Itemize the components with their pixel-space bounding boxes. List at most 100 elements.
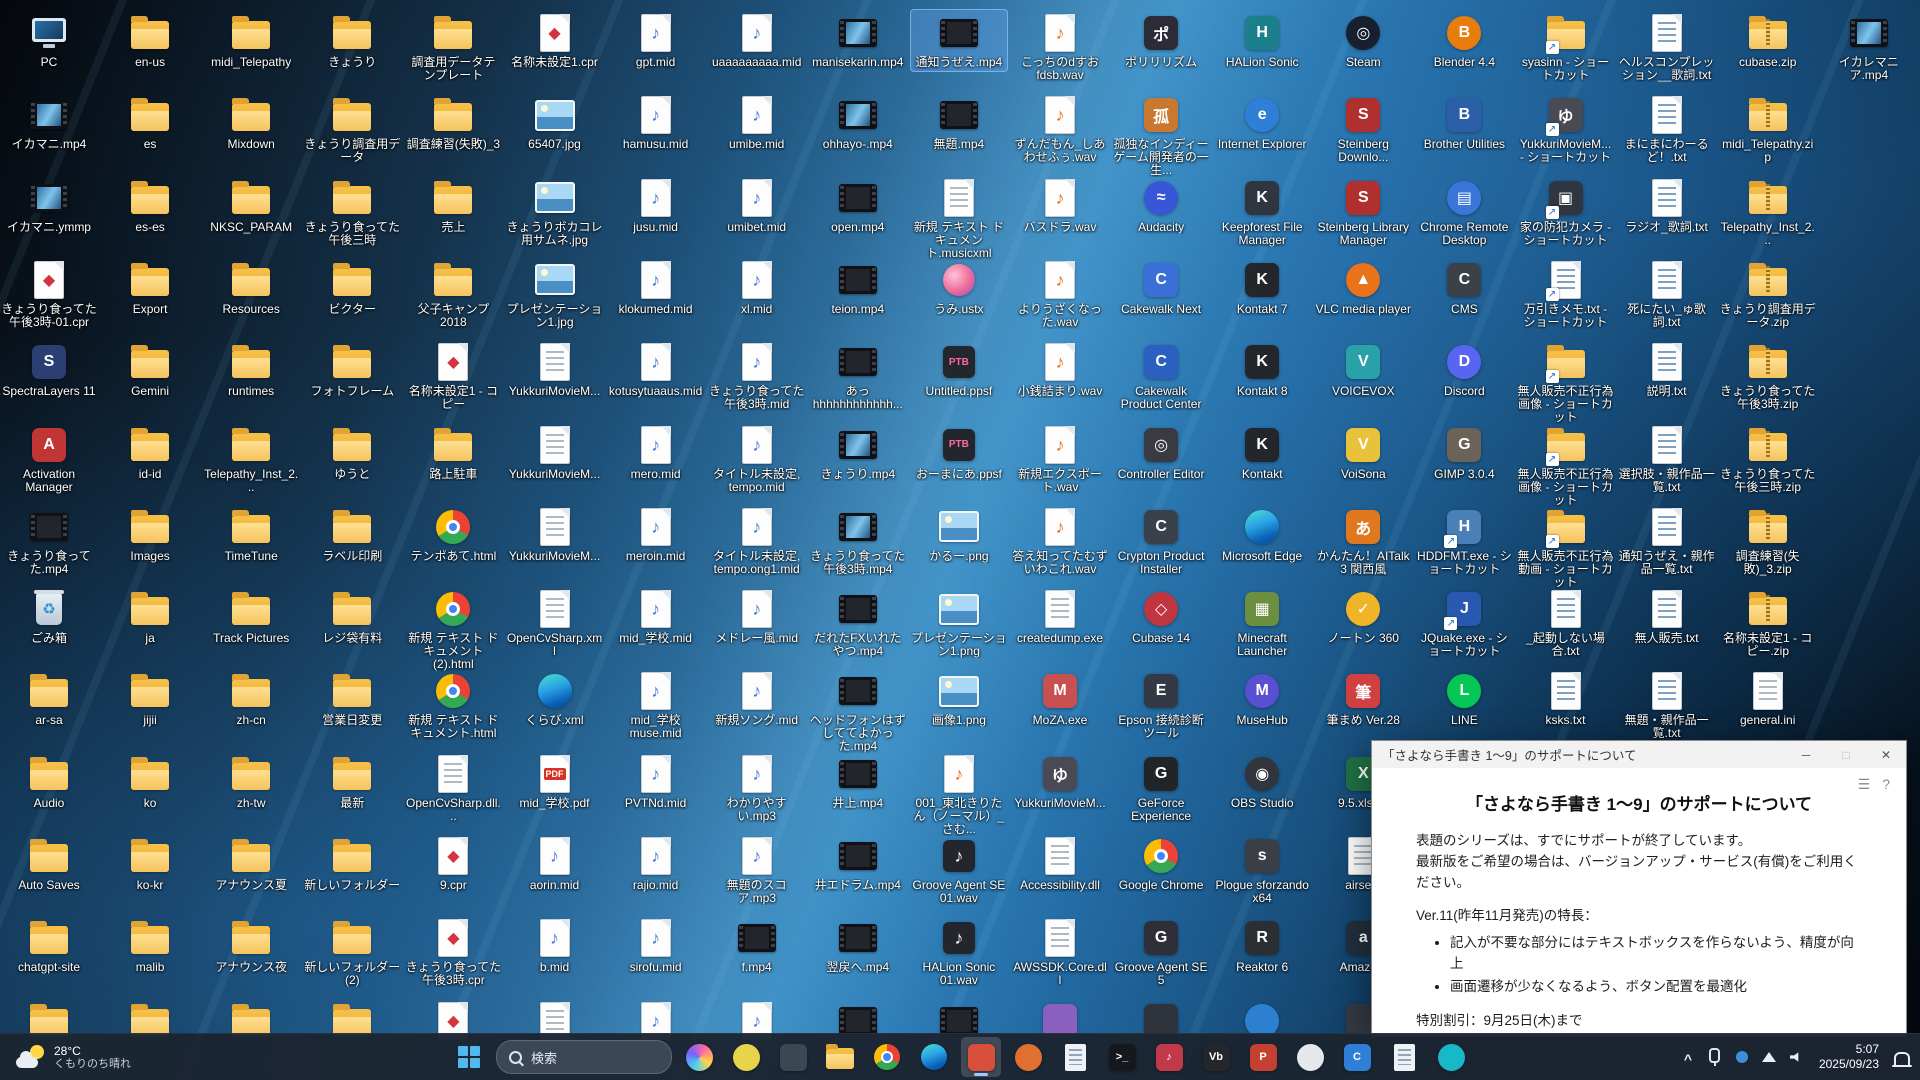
desktop-icon[interactable]: zh-cn (203, 668, 299, 729)
desktop-icon[interactable]: 最新 (304, 751, 400, 812)
taskbar-app-copilot[interactable] (679, 1037, 719, 1077)
desktop-icon[interactable]: malib (102, 915, 198, 976)
desktop-icon[interactable]: ♪よりうざくなった.wav (1012, 257, 1108, 331)
taskbar-app-vb-app[interactable]: Vb (1196, 1037, 1236, 1077)
desktop-icon[interactable]: CCrypton Product Installer (1113, 504, 1209, 578)
taskbar-app-widgets[interactable] (726, 1037, 766, 1077)
desktop-icon[interactable]: 画像1.png (911, 668, 1007, 729)
desktop-icon[interactable]: id-id (102, 422, 198, 483)
desktop-icon[interactable]: CCakewalk Product Center (1113, 339, 1209, 413)
desktop-icon[interactable]: きょうり食ってた午後三時.zip (1720, 422, 1816, 496)
desktop-icon[interactable]: teion.mp4 (810, 257, 906, 318)
desktop-icon[interactable]: ▦Minecraft Launcher (1214, 586, 1310, 660)
desktop-icon[interactable]: ♪小銭詰まり.wav (1012, 339, 1108, 400)
desktop-icon[interactable]: ポポリリリズム (1113, 10, 1209, 71)
desktop-icon[interactable]: chatgpt-site (1, 915, 97, 976)
desktop-icon[interactable]: 通知うぜえ.mp4 (911, 10, 1007, 71)
desktop-icon[interactable]: CCMS (1416, 257, 1512, 318)
desktop-icon[interactable]: ♻ごみ箱 (1, 586, 97, 647)
desktop-icon[interactable]: ar-sa (1, 668, 97, 729)
desktop-icon[interactable]: 孤孤独なインディーゲーム開発者の一生... (1113, 92, 1209, 179)
desktop-icon[interactable]: ヘルスコンプレッション__歌詞.txt (1619, 10, 1715, 84)
desktop-icon[interactable]: 無題.mp4 (911, 92, 1007, 153)
tray-chevron-icon[interactable]: ^ (1676, 1037, 1700, 1077)
taskbar-app-edge[interactable] (914, 1037, 954, 1077)
desktop-icon[interactable]: ▲VLC media player (1315, 257, 1411, 318)
taskbar-search[interactable]: 検索 (496, 1040, 672, 1074)
taskbar-app-teal-app[interactable] (1431, 1037, 1471, 1077)
desktop-icon[interactable]: 翌戻へ.mp4 (810, 915, 906, 976)
desktop-icon[interactable]: 無題・親作品一覧.txt (1619, 668, 1715, 742)
desktop-icon[interactable]: まにまにわーるど！.txt (1619, 92, 1715, 166)
desktop-icon[interactable]: runtimes (203, 339, 299, 400)
desktop-icon[interactable]: 井上.mp4 (810, 751, 906, 812)
desktop-icon[interactable]: ◆9.cpr (405, 833, 501, 894)
desktop-icon[interactable]: 路上駐車 (405, 422, 501, 483)
desktop-icon[interactable]: アナウンス夏 (203, 833, 299, 894)
taskbar-app-terminal[interactable]: >_ (1102, 1037, 1142, 1077)
desktop-icon[interactable]: 調査用データテンプレート (405, 10, 501, 84)
desktop-icon[interactable]: ↗syasinn - ショートカット (1518, 10, 1614, 84)
taskbar-app-blue-app[interactable]: C (1337, 1037, 1377, 1077)
desktop-icon[interactable]: ko (102, 751, 198, 812)
desktop-icon[interactable]: アナウンス夜 (203, 915, 299, 976)
desktop-icon[interactable]: open.mp4 (810, 175, 906, 236)
taskbar-app-music-app[interactable]: ♪ (1149, 1037, 1189, 1077)
desktop-icon[interactable]: cubase.zip (1720, 10, 1816, 71)
desktop-icon[interactable]: 売上 (405, 175, 501, 236)
desktop-icon[interactable]: ohhayo-.mp4 (810, 92, 906, 153)
desktop-icon[interactable]: Google Chrome (1113, 833, 1209, 894)
desktop-icon[interactable]: RReaktor 6 (1214, 915, 1310, 976)
desktop-icon[interactable]: ◎Controller Editor (1113, 422, 1209, 483)
taskbar-app-orange-app[interactable] (1008, 1037, 1048, 1077)
desktop-icon[interactable]: en-us (102, 10, 198, 71)
desktop-icon[interactable]: ♪mero.mid (608, 422, 704, 483)
desktop-icon[interactable]: Audio (1, 751, 97, 812)
desktop-icon[interactable]: sPlogue sforzando x64 (1214, 833, 1310, 907)
desktop-icon[interactable]: BBlender 4.4 (1416, 10, 1512, 71)
desktop-icon[interactable]: 新規 テキスト ドキュメント (2).html (405, 586, 501, 673)
desktop-icon[interactable]: Track Pictures (203, 586, 299, 647)
desktop-icon[interactable]: Mixdown (203, 92, 299, 153)
desktop-icon[interactable]: YukkuriMovieM... (507, 504, 603, 565)
desktop-icon[interactable]: Gemini (102, 339, 198, 400)
desktop-icon[interactable]: ♪新規ソング.mid (709, 668, 805, 729)
desktop-icon[interactable]: EEpson 接続診断ツール (1113, 668, 1209, 742)
desktop-icon[interactable]: あっ hhhhhhhhhhhh... (810, 339, 906, 413)
desktop-icon[interactable]: ♪mid_学校.mid (608, 586, 704, 647)
desktop-icon[interactable]: AActivation Manager (1, 422, 97, 496)
desktop-icon[interactable]: きょうり食ってた午後3時.mp4 (810, 504, 906, 578)
desktop-icon[interactable]: ♪aorin.mid (507, 833, 603, 894)
network-icon[interactable] (1757, 1037, 1781, 1077)
desktop-icon[interactable]: 死にたい_ゅ歌詞.txt (1619, 257, 1715, 331)
desktop-icon[interactable]: あかんたん！AITalk 3 関西風 (1315, 504, 1411, 578)
desktop-icon[interactable]: es (102, 92, 198, 153)
desktop-icon[interactable]: ♪mid_学校muse.mid (608, 668, 704, 742)
desktop-icon[interactable]: ♪jusu.mid (608, 175, 704, 236)
desktop-icon[interactable]: ♪無題のスコア.mp3 (709, 833, 805, 907)
desktop-icon[interactable]: general.ini (1720, 668, 1816, 729)
desktop-icon[interactable]: _起動しない場合.txt (1518, 586, 1614, 660)
desktop-icon[interactable]: MMoZA.exe (1012, 668, 1108, 729)
desktop-icon[interactable]: ♪meroin.mid (608, 504, 704, 565)
desktop-icon[interactable]: 営業日変更 (304, 668, 400, 729)
taskbar-app-file-explorer[interactable] (820, 1037, 860, 1077)
desktop-icon[interactable]: ♪きょうり食ってた午後3時.mid (709, 339, 805, 413)
desktop-icon[interactable]: ◆名称未設定1.cpr (507, 10, 603, 71)
desktop-icon[interactable]: きょうりボカコレ用サムネ.jpg (507, 175, 603, 249)
desktop-icon[interactable]: ↗無人販売不正行為 画像 - ショートカット (1518, 339, 1614, 426)
desktop-icon[interactable]: GGroove Agent SE 5 (1113, 915, 1209, 989)
desktop-icon[interactable]: OpenCvSharp.xml (507, 586, 603, 660)
desktop-icon[interactable]: だれたFXいれたやつ.mp4 (810, 586, 906, 660)
desktop-icon[interactable]: ↗万引きメモ.txt - ショートカット (1518, 257, 1614, 331)
desktop-icon[interactable]: ♪HALion Sonic 01.wav (911, 915, 1007, 989)
desktop-icon[interactable]: ♪umibet.mid (709, 175, 805, 236)
desktop-icon[interactable]: ♪rajio.mid (608, 833, 704, 894)
desktop-icon[interactable]: ビクター (304, 257, 400, 318)
desktop-icon[interactable]: プレゼンテーション1.jpg (507, 257, 603, 331)
desktop-icon[interactable]: J↗JQuake.exe - ショートカット (1416, 586, 1512, 660)
close-button[interactable]: ✕ (1866, 741, 1906, 768)
desktop-icon[interactable]: イカマニ.mp4 (1, 92, 97, 153)
desktop-icon[interactable]: ♪ずんだもん_しあわせふぅ.wav (1012, 92, 1108, 166)
desktop-icon[interactable]: ≈Audacity (1113, 175, 1209, 236)
